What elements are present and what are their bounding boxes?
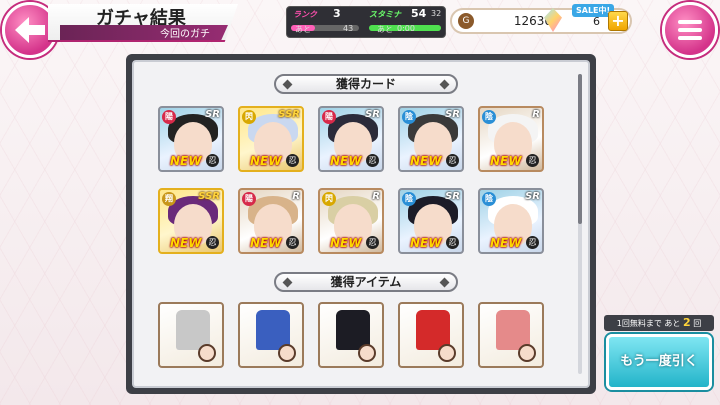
new-badge: NEW — [250, 154, 282, 168]
page-subtitle: 今回のガチ — [160, 29, 210, 40]
shinobi-icon: 忍 — [286, 236, 299, 249]
free-draw-counter: 1回無料まで あと 2 回 — [604, 315, 714, 331]
item-slot[interactable] — [478, 302, 544, 368]
rank-remaining-label: あと — [295, 25, 311, 34]
chibi-avatar — [518, 344, 536, 362]
card-slot[interactable]: 陽 SR NEW 忍 — [318, 106, 384, 172]
menu-icon — [678, 20, 702, 24]
menu-button[interactable] — [662, 2, 718, 58]
draw-again-button[interactable]: もう一度引く — [606, 334, 712, 390]
shinobi-icon: 忍 — [366, 154, 379, 167]
stamina-max: 32 — [431, 9, 442, 18]
rarity-badge: SR — [525, 191, 540, 202]
rarity-badge: SR — [205, 109, 220, 120]
attribute-icon: 閃 — [242, 110, 256, 124]
card-slot[interactable]: 陰 SR NEW 忍 — [398, 188, 464, 254]
back-arrow-icon — [15, 17, 45, 43]
diamond-icon — [282, 277, 293, 288]
cards-section-header: 獲得カード — [274, 74, 458, 94]
shinobi-icon: 忍 — [366, 236, 379, 249]
gacha-result-panel: 獲得カード 陽 SR NEW 忍閃 SSR NEW 忍陽 SR NEW 忍陰 SR NEW 忍陰 R NEW… — [126, 54, 596, 394]
item-slot[interactable] — [238, 302, 304, 368]
card-slot[interactable]: 閃 SSR NEW 忍 — [238, 106, 304, 172]
shinobi-icon: 忍 — [526, 154, 539, 167]
rank-label: ランク — [293, 10, 317, 19]
coin-icon: G — [458, 13, 474, 29]
shinobi-icon: 忍 — [526, 236, 539, 249]
gem-icon — [544, 8, 562, 32]
items-section-title: 獲得アイテム — [330, 275, 402, 289]
card-slot[interactable]: 陰 SR NEW 忍 — [398, 106, 464, 172]
new-badge: NEW — [170, 154, 202, 168]
rank-remaining-value: 43 — [343, 24, 354, 33]
shinobi-icon: 忍 — [446, 236, 459, 249]
chibi-avatar — [278, 344, 296, 362]
free-draw-suffix: 回 — [693, 319, 702, 328]
stamina-label: スタミナ — [369, 10, 401, 19]
stamina-value: 54 — [411, 7, 427, 20]
scrollbar[interactable] — [578, 74, 582, 374]
buy-gems-button[interactable]: + — [608, 11, 628, 31]
new-badge: NEW — [490, 154, 522, 168]
card-slot[interactable]: 翔 SSR NEW 忍 — [158, 188, 224, 254]
item-slot[interactable] — [398, 302, 464, 368]
item-slot[interactable] — [318, 302, 384, 368]
rank-value: 3 — [333, 7, 341, 20]
card-slot[interactable]: 陽 SR NEW 忍 — [158, 106, 224, 172]
diamond-icon — [439, 79, 450, 90]
free-draw-count: 2 — [682, 316, 691, 329]
diamond-icon — [439, 277, 450, 288]
item-slot[interactable] — [158, 302, 224, 368]
card-slot[interactable]: 陰 R NEW 忍 — [478, 106, 544, 172]
shinobi-icon: 忍 — [206, 154, 219, 167]
attribute-icon: 陽 — [322, 110, 336, 124]
rarity-badge: SR — [365, 109, 380, 120]
card-slot[interactable]: 陰 SR NEW 忍 — [478, 188, 544, 254]
player-stats-panel: ランク 3 あと 43 スタミナ 54 32 あと 0:00 — [286, 6, 446, 38]
new-badge: NEW — [250, 236, 282, 250]
rarity-badge: SSR — [278, 109, 300, 120]
result-list[interactable]: 獲得カード 陽 SR NEW 忍閃 SSR NEW 忍陽 SR NEW 忍陰 SR NEW 忍陰 R NEW… — [132, 60, 590, 388]
currency-panel: G 12630 SALE中! 6 + — [450, 4, 632, 34]
attribute-icon: 陰 — [482, 192, 496, 206]
rarity-badge: SR — [445, 191, 460, 202]
rarity-badge: R — [292, 191, 300, 202]
attribute-icon: 陽 — [242, 192, 256, 206]
scrollbar-thumb[interactable] — [578, 74, 582, 224]
new-badge: NEW — [330, 154, 362, 168]
attribute-icon: 閃 — [322, 192, 336, 206]
stamina-time-label: あと — [377, 25, 393, 34]
rarity-badge: R — [372, 191, 380, 202]
shinobi-icon: 忍 — [446, 154, 459, 167]
shinobi-icon: 忍 — [206, 236, 219, 249]
shinobi-icon: 忍 — [286, 154, 299, 167]
attribute-icon: 陰 — [402, 192, 416, 206]
subtitle-bar: 今回のガチ — [60, 25, 228, 40]
items-section-header: 獲得アイテム — [274, 272, 458, 292]
card-slot[interactable]: 陽 R NEW 忍 — [238, 188, 304, 254]
chibi-avatar — [358, 344, 376, 362]
chibi-avatar — [198, 344, 216, 362]
gem-count: 6 — [593, 15, 600, 28]
new-badge: NEW — [330, 236, 362, 250]
chibi-avatar — [438, 344, 456, 362]
new-badge: NEW — [490, 236, 522, 250]
new-badge: NEW — [410, 154, 442, 168]
rarity-badge: SSR — [198, 191, 220, 202]
stamina-time: 0:00 — [397, 24, 415, 33]
rarity-badge: SR — [445, 109, 460, 120]
new-badge: NEW — [170, 236, 202, 250]
attribute-icon: 陽 — [162, 110, 176, 124]
diamond-icon — [282, 79, 293, 90]
attribute-icon: 翔 — [162, 192, 176, 206]
free-draw-prefix: 1回無料まで あと — [616, 319, 681, 328]
cards-section-title: 獲得カード — [335, 77, 396, 91]
card-slot[interactable]: 閃 R NEW 忍 — [318, 188, 384, 254]
attribute-icon: 陰 — [402, 110, 416, 124]
coin-count: 12630 — [513, 14, 552, 28]
rarity-badge: R — [532, 109, 540, 120]
attribute-icon: 陰 — [482, 110, 496, 124]
new-badge: NEW — [410, 236, 442, 250]
